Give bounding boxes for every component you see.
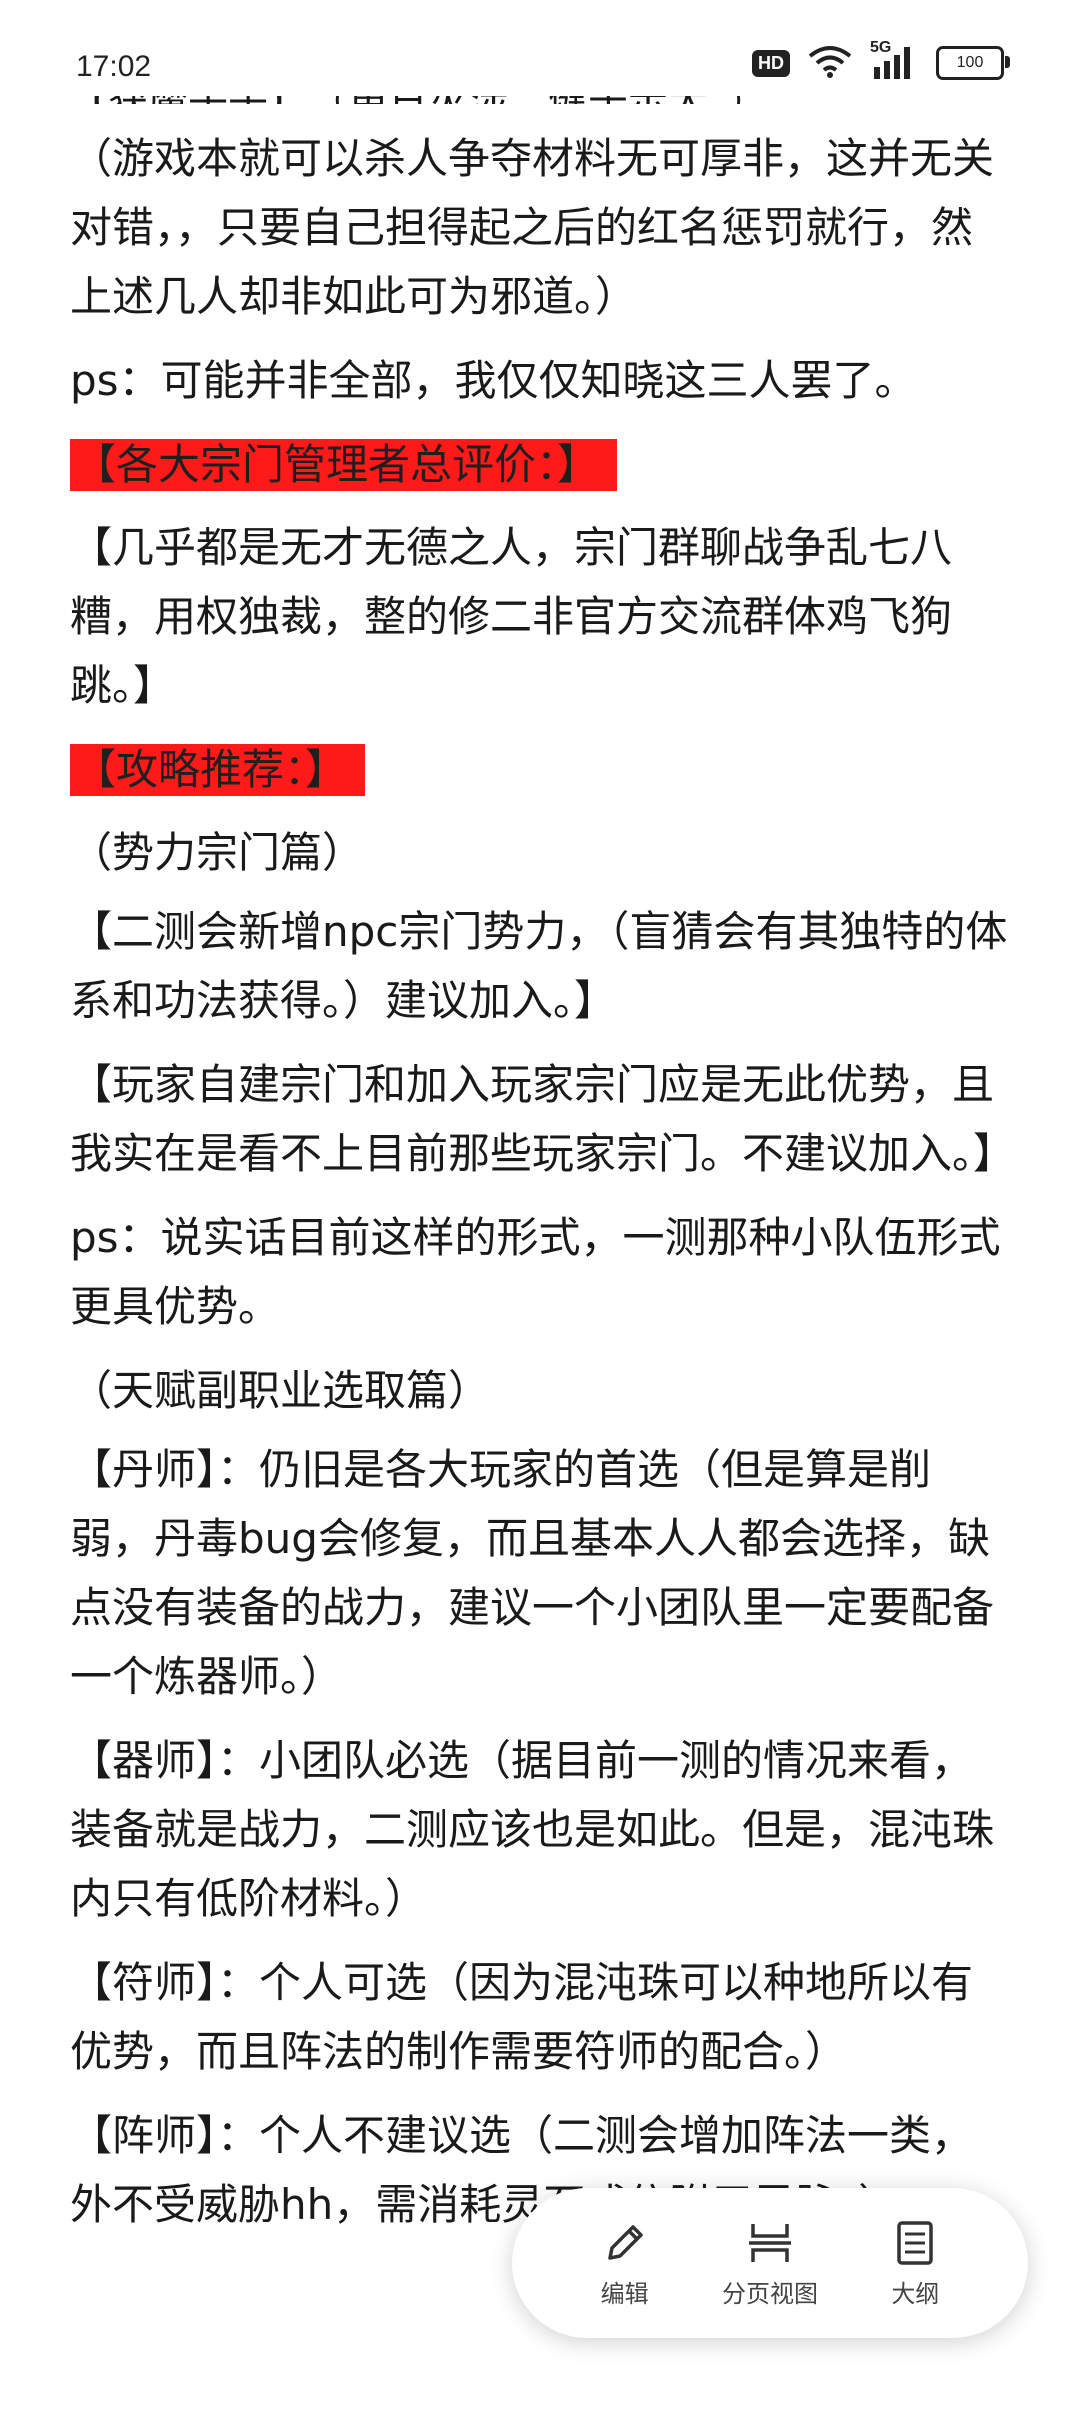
- subheading-forces: （势力宗门篇）: [70, 828, 365, 877]
- page-view-button[interactable]: 分页视图: [705, 2218, 835, 2309]
- paragraph: （游戏本就可以杀人争夺材料无可厚非，这并无关对错，，只要自己担得起之后的红名惩罚…: [70, 134, 995, 321]
- pencil-icon: [607, 2224, 643, 2260]
- floating-toolbar: 编辑 分页视图 大纲: [512, 2188, 1028, 2338]
- outline-icon: [897, 2220, 934, 2265]
- paragraph: 【几乎都是无才无德之人，宗门群聊战争乱七八糟，用权独裁，整的修二非官方交流群体鸡…: [70, 523, 953, 710]
- outline-button[interactable]: 大纲: [850, 2218, 980, 2309]
- paragraph: 【二测会新增npc宗门势力，（盲猜会有其独特的体系和功法获得。）建议加入。】: [70, 907, 1008, 1025]
- section-heading-strategy: 【攻略推荐：】: [70, 744, 366, 796]
- status-bar: 17:02 HD 5G 100: [0, 0, 1080, 96]
- paragraph: ps：说实话目前这样的形式，一测那种小队伍形式更具优势。: [70, 1213, 1001, 1331]
- edit-button[interactable]: 编辑: [560, 2218, 690, 2309]
- hd-icon: HD: [752, 49, 790, 77]
- status-icons: HD 5G 100: [752, 39, 1010, 82]
- battery-level: 100: [956, 54, 984, 71]
- status-time: 17:02: [76, 50, 152, 83]
- signal-icon: 5G: [870, 39, 918, 81]
- subheading-talent: （天赋副职业选取篇）: [70, 1366, 491, 1415]
- battery-icon: 100: [936, 46, 1010, 80]
- paragraph: 【丹师】：仍旧是各大玩家的首选（但是算是削弱，丹毒bug会修复，而且基本人人都会…: [70, 1445, 995, 1701]
- paragraph: 【器师】：小团队必选（据目前一测的情况来看，装备就是战力，二测应该也是如此。但是…: [70, 1736, 995, 1923]
- paragraph: ps：可能并非全部，我仅仅知晓这三人罢了。: [70, 356, 917, 405]
- paragraph: 【符师】：个人可选（因为混沌珠可以种地所以有优势，而且阵法的制作需要符师的配合。…: [70, 1958, 974, 2076]
- outline-label: 大纲: [891, 2279, 940, 2308]
- paragraph: 【玩家自建宗门和加入玩家宗门应是无此优势，且我实在是看不上目前那些玩家宗门。不建…: [70, 1060, 1016, 1178]
- wifi-icon: [808, 44, 852, 82]
- section-heading-evaluation: 【各大宗门管理者总评价：】: [70, 439, 618, 491]
- page-view-label: 分页视图: [721, 2279, 818, 2308]
- page-view-icon: [748, 2223, 791, 2262]
- edit-label: 编辑: [600, 2279, 649, 2308]
- document-content: （游戏本就可以杀人争夺材料无可厚非，这并无关对错，，只要自己担得起之后的红名惩罚…: [70, 124, 1016, 2254]
